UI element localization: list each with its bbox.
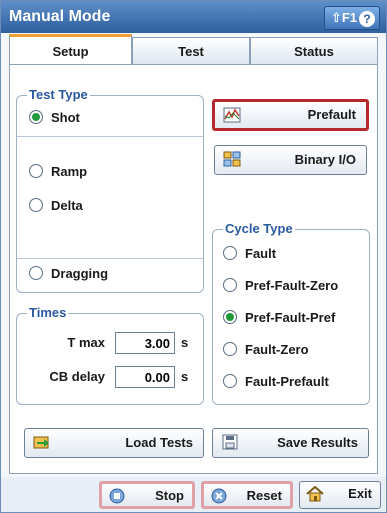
radio-button [223, 342, 237, 356]
radio-button [29, 164, 43, 178]
exit-button[interactable]: Exit [299, 481, 381, 509]
test-type-title: Test Type [27, 87, 90, 102]
help-icon: ? [359, 10, 375, 27]
tab-bar: Setup Test Status [1, 33, 386, 65]
home-icon [306, 485, 324, 502]
radio-button [223, 310, 237, 324]
manual-mode-window: Manual Mode ⇧F1? Setup Test Status Test … [0, 0, 387, 513]
radio-button [29, 198, 43, 212]
save-icon [221, 434, 239, 450]
divider [17, 258, 203, 259]
t-max-field[interactable] [115, 332, 175, 354]
title-bar: Manual Mode ⇧F1? [1, 1, 386, 33]
cycle-type-group: Cycle Type Fault Pref-Fault-Zero Pref-Fa… [212, 221, 370, 405]
test-type-group: Test Type Shot Ramp Delta Dragging [16, 87, 204, 293]
cb-delay-unit: s [181, 369, 189, 384]
divider [17, 136, 203, 137]
radio-button [223, 374, 237, 388]
binary-io-button[interactable]: Binary I/O [214, 145, 367, 175]
radio-button [29, 266, 43, 280]
t-max-unit: s [181, 335, 189, 350]
save-results-button[interactable]: Save Results [212, 428, 369, 458]
reset-icon [210, 488, 228, 504]
window-title: Manual Mode [9, 8, 111, 25]
load-icon [33, 434, 51, 450]
prefault-button[interactable]: Prefault [212, 99, 369, 131]
bottom-bar: Stop Reset Exit [1, 477, 386, 512]
cb-delay-label: CB delay [49, 369, 105, 384]
times-title: Times [27, 305, 69, 320]
radio-button [223, 278, 237, 292]
cycle-type-title: Cycle Type [223, 221, 295, 236]
stop-button[interactable]: Stop [99, 481, 195, 509]
setup-panel: Test Type Shot Ramp Delta Dragging Times [9, 64, 378, 474]
tab-status[interactable]: Status [250, 37, 378, 64]
stop-icon [108, 488, 126, 504]
prefault-icon [223, 107, 241, 123]
radio-button [29, 110, 43, 124]
times-group: Times T max s CB delay s [16, 305, 204, 405]
help-button[interactable]: ⇧F1? [323, 6, 380, 30]
cb-delay-field[interactable] [115, 366, 175, 388]
help-shortcut: ⇧F1 [330, 10, 357, 25]
tab-setup[interactable]: Setup [9, 34, 132, 65]
t-max-label: T max [67, 335, 105, 350]
load-tests-button[interactable]: Load Tests [24, 428, 204, 458]
reset-button[interactable]: Reset [201, 481, 293, 509]
radio-button [223, 246, 237, 260]
binary-io-icon [223, 151, 241, 167]
tab-test[interactable]: Test [132, 37, 250, 64]
